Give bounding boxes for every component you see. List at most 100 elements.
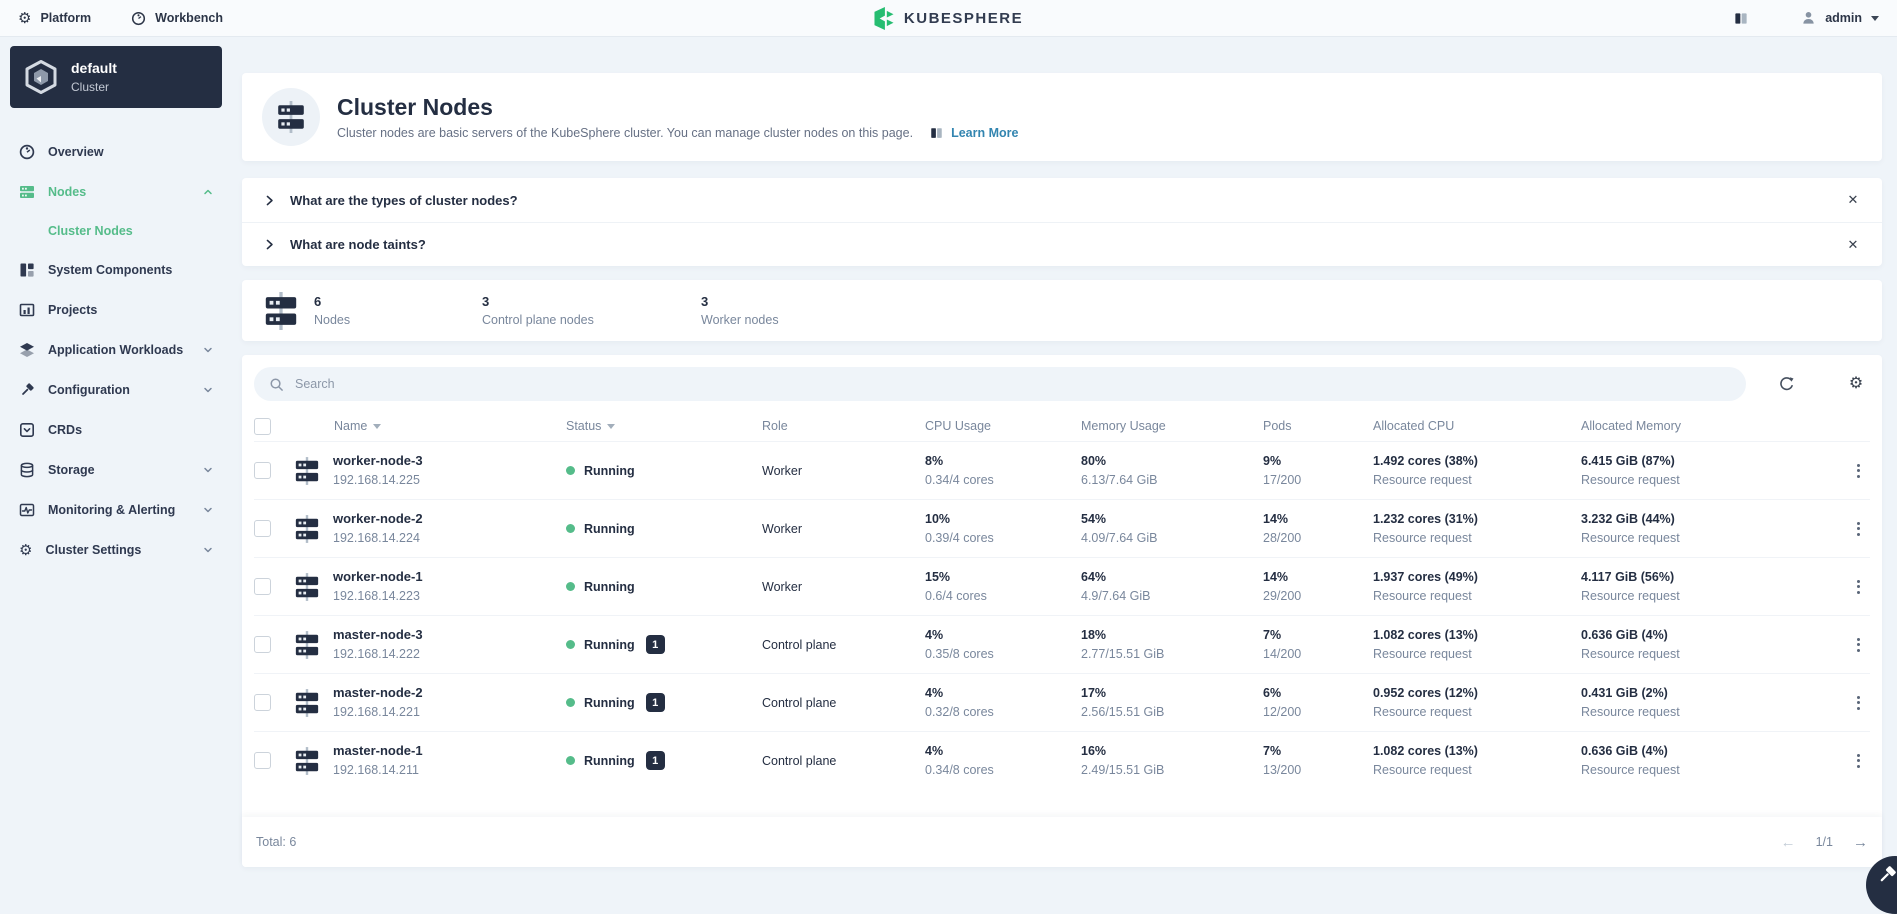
row-menu-button[interactable] xyxy=(1847,519,1870,539)
sidebar-item-application-workloads[interactable]: Application Workloads xyxy=(10,330,230,370)
chevron-down-icon xyxy=(202,384,214,396)
pods-detail: 12/200 xyxy=(1263,704,1302,719)
row-checkbox[interactable] xyxy=(254,694,271,711)
next-page-button[interactable]: → xyxy=(1853,834,1868,851)
search-input[interactable] xyxy=(293,376,1731,392)
column-header-name[interactable]: Name xyxy=(334,419,382,433)
chevron-down-icon xyxy=(202,464,214,476)
stat-control-plane-nodes: 3 Control plane nodes xyxy=(482,294,701,327)
cpu-usage-detail: 0.39/4 cores xyxy=(925,530,994,545)
components-icon xyxy=(19,262,35,278)
sidebar-item-configuration[interactable]: Configuration xyxy=(10,370,230,410)
user-menu[interactable]: admin xyxy=(1801,10,1879,26)
allocated-memory-detail: Resource request xyxy=(1581,530,1680,545)
taint-count-badge[interactable]: 1 xyxy=(645,751,665,770)
workbench-label: Workbench xyxy=(155,11,223,25)
column-header-status[interactable]: Status xyxy=(566,419,616,433)
page-indicator: 1/1 xyxy=(1815,835,1833,849)
memory-usage-value: 16% xyxy=(1081,743,1107,758)
sidebar-item-label: Projects xyxy=(48,303,98,317)
node-icon xyxy=(294,630,320,659)
select-all-checkbox[interactable] xyxy=(254,417,271,435)
platform-menu[interactable]: ⚙ Platform xyxy=(18,11,91,26)
stat-label: Worker nodes xyxy=(701,312,779,327)
sidebar-item-storage[interactable]: Storage xyxy=(10,450,230,490)
prev-page-button[interactable]: ← xyxy=(1781,834,1796,851)
status-dot xyxy=(566,466,575,475)
row-menu-button[interactable] xyxy=(1847,635,1870,655)
cluster-name: default xyxy=(71,60,117,77)
allocated-memory-value: 4.117 GiB (56%) xyxy=(1581,569,1675,584)
role-cell: Control plane xyxy=(762,753,837,768)
node-name-link[interactable]: worker-node-2 xyxy=(333,511,423,527)
sidebar-item-crds[interactable]: CRDs xyxy=(10,410,230,450)
row-menu-button[interactable] xyxy=(1847,461,1870,481)
stat-total-nodes: 6 Nodes xyxy=(263,291,482,330)
allocated-cpu-value: 1.492 cores (38%) xyxy=(1373,453,1478,468)
sidebar-item-label: CRDs xyxy=(48,423,83,437)
node-name-link[interactable]: master-node-2 xyxy=(333,685,423,701)
allocated-cpu-detail: Resource request xyxy=(1373,646,1472,661)
node-name-link[interactable]: master-node-3 xyxy=(333,627,423,643)
sidebar-item-projects[interactable]: Projects xyxy=(10,290,230,330)
sidebar-item-monitoring-alerting[interactable]: Monitoring & Alerting xyxy=(10,490,230,530)
cluster-hexagon-icon xyxy=(24,59,58,95)
status-dot xyxy=(566,582,575,591)
faq-question: What are the types of cluster nodes? xyxy=(290,192,518,208)
taint-count-badge[interactable]: 1 xyxy=(645,635,665,654)
memory-usage-value: 64% xyxy=(1081,569,1107,584)
node-name-link[interactable]: master-node-1 xyxy=(333,743,423,759)
cluster-selector[interactable]: default Cluster xyxy=(10,46,222,108)
page-title: Cluster Nodes xyxy=(337,93,493,120)
pods-value: 7% xyxy=(1263,627,1282,642)
faq-question: What are node taints? xyxy=(290,237,426,252)
learn-more-link[interactable]: Learn More xyxy=(929,126,1018,140)
row-menu-button[interactable] xyxy=(1847,693,1870,713)
search-bar[interactable] xyxy=(254,367,1746,401)
workbench-icon xyxy=(131,11,146,26)
refresh-button[interactable] xyxy=(1772,370,1800,398)
sidebar-item-system-components[interactable]: System Components xyxy=(10,250,230,290)
allocated-memory-detail: Resource request xyxy=(1581,646,1680,661)
sidebar-item-cluster-settings[interactable]: ⚙ Cluster Settings xyxy=(10,530,230,570)
kubesphere-logo[interactable]: KUBESPHERE xyxy=(873,0,1023,37)
node-icon xyxy=(294,572,320,601)
row-checkbox[interactable] xyxy=(254,578,271,595)
status-dot xyxy=(566,756,575,765)
close-icon[interactable]: ✕ xyxy=(1840,232,1866,258)
column-header-cpu-usage: CPU Usage xyxy=(925,419,991,433)
node-name-link[interactable]: worker-node-1 xyxy=(333,569,423,585)
docs-icon[interactable] xyxy=(1727,4,1755,32)
table-row: master-node-2 192.168.14.221 Running 1 C… xyxy=(254,673,1870,731)
row-menu-button[interactable] xyxy=(1847,577,1870,597)
cpu-usage-value: 8% xyxy=(925,453,944,468)
faq-item-node-taints[interactable]: What are node taints? ✕ xyxy=(242,222,1882,266)
topbar: ⚙ Platform Workbench KUBESPHERE admin xyxy=(0,0,1897,37)
taint-count-badge[interactable]: 1 xyxy=(645,693,665,712)
user-avatar-icon xyxy=(1801,10,1816,26)
workbench-link[interactable]: Workbench xyxy=(131,11,223,26)
stat-value: 3 xyxy=(701,294,709,310)
column-settings-button[interactable]: ⚙ xyxy=(1842,370,1870,398)
status-label: Running xyxy=(584,521,635,536)
column-header-pods: Pods xyxy=(1263,419,1292,433)
faq-item-node-types[interactable]: What are the types of cluster nodes? ✕ xyxy=(242,178,1882,222)
node-icon xyxy=(294,688,320,717)
sidebar-item-overview[interactable]: Overview xyxy=(10,132,230,172)
sidebar-item-label: Storage xyxy=(48,463,95,477)
cpu-usage-value: 4% xyxy=(925,685,944,700)
row-checkbox[interactable] xyxy=(254,636,271,653)
row-checkbox[interactable] xyxy=(254,752,271,769)
node-name-link[interactable]: worker-node-3 xyxy=(333,453,423,469)
allocated-cpu-value: 1.937 cores (49%) xyxy=(1373,569,1478,584)
row-menu-button[interactable] xyxy=(1847,751,1870,771)
memory-usage-value: 17% xyxy=(1081,685,1107,700)
learn-more-label: Learn More xyxy=(951,126,1019,141)
row-checkbox[interactable] xyxy=(254,462,271,479)
close-icon[interactable]: ✕ xyxy=(1840,187,1866,213)
sidebar-item-label: Nodes xyxy=(48,185,87,199)
sidebar-item-cluster-nodes[interactable]: Cluster Nodes xyxy=(10,212,230,250)
sidebar-item-nodes[interactable]: Nodes xyxy=(10,172,230,212)
sidebar-item-label: Configuration xyxy=(48,383,130,397)
row-checkbox[interactable] xyxy=(254,520,271,537)
